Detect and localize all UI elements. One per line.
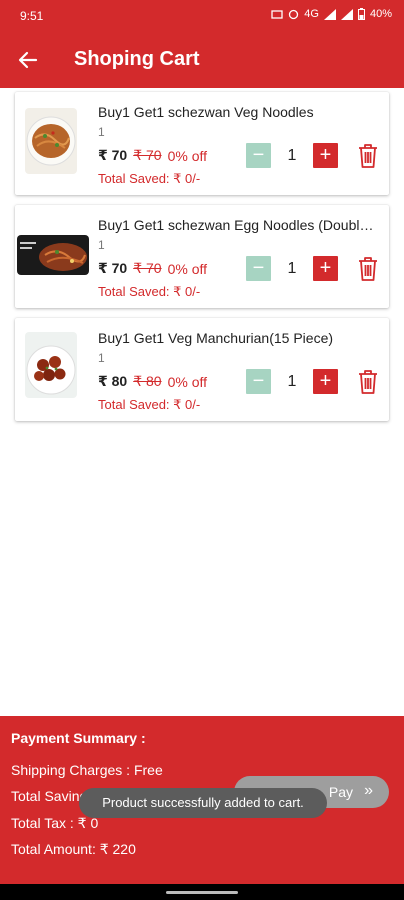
discount-label: 0% off (167, 147, 208, 164)
summary-heading: Payment Summary : (11, 730, 146, 746)
status-bar: 9:51 4G 40% (0, 0, 404, 32)
total-saved: Total Saved: ₹ 0/- (98, 171, 201, 186)
product-mrp: ₹ 70 (133, 260, 162, 276)
product-image (25, 332, 77, 398)
price-row: ₹ 70 ₹ 70 0% off (98, 260, 207, 277)
page-title: Shoping Cart (74, 48, 200, 70)
increase-quantity-button[interactable]: + (313, 256, 338, 281)
decrease-quantity-button[interactable]: − (246, 256, 271, 281)
delete-icon[interactable] (357, 369, 379, 395)
decrease-quantity-button[interactable]: − (246, 143, 271, 168)
product-name: Buy1 Get1 schezwan Veg Noodles (98, 104, 314, 120)
battery-percent: 40% (369, 8, 392, 20)
wifi-icon (323, 8, 336, 20)
pay-label: Pay (328, 784, 353, 800)
total-saved: Total Saved: ₹ 0/- (98, 284, 201, 299)
status-time: 9:51 (20, 9, 44, 23)
alarm-icon (289, 9, 299, 19)
app-bar: Shoping Cart (0, 32, 404, 88)
battery-icon (357, 8, 365, 20)
product-price: ₹ 80 (98, 373, 128, 389)
quantity-value: 1 (287, 147, 297, 164)
product-quantity-text: 1 (98, 125, 105, 139)
back-arrow-icon[interactable] (14, 46, 42, 74)
product-quantity-text: 1 (98, 351, 105, 365)
product-mrp: ₹ 80 (133, 373, 162, 389)
product-image (25, 108, 77, 174)
network-type: 4G (304, 8, 319, 20)
total-tax: Total Tax : ₹ 0 (11, 815, 99, 831)
total-saved: Total Saved: ₹ 0/- (98, 397, 201, 412)
toast-message: Product successfully added to cart. (79, 788, 327, 818)
quantity-value: 1 (287, 373, 297, 390)
total-amount: Total Amount: ₹ 220 (11, 841, 136, 857)
cart-item: Buy1 Get1 schezwan Egg Noodles (Double E… (15, 205, 389, 308)
product-name: Buy1 Get1 Veg Manchurian(15 Piece) (98, 330, 334, 346)
cart-item: Buy1 Get1 Veg Manchurian(15 Piece) 1 ₹ 8… (15, 318, 389, 421)
increase-quantity-button[interactable]: + (313, 369, 338, 394)
shipping-charges: Shipping Charges : Free (11, 762, 163, 778)
discount-label: 0% off (167, 260, 208, 277)
price-row: ₹ 70 ₹ 70 0% off (98, 147, 207, 164)
cart-item: Buy1 Get1 schezwan Veg Noodles 1 ₹ 70 ₹ … (15, 92, 389, 195)
product-price: ₹ 70 (98, 147, 128, 163)
signal-icon (340, 8, 353, 20)
price-row: ₹ 80 ₹ 80 0% off (98, 373, 207, 390)
decrease-quantity-button[interactable]: − (246, 369, 271, 394)
increase-quantity-button[interactable]: + (313, 143, 338, 168)
product-name: Buy1 Get1 schezwan Egg Noodles (Double E… (98, 217, 380, 233)
home-gesture-bar[interactable] (166, 891, 238, 894)
system-nav-bar (0, 884, 404, 900)
product-price: ₹ 70 (98, 260, 128, 276)
quantity-value: 1 (287, 260, 297, 277)
discount-label: 0% off (167, 373, 208, 390)
product-quantity-text: 1 (98, 238, 105, 252)
status-icons: 4G 40% (271, 8, 392, 20)
product-mrp: ₹ 70 (133, 147, 162, 163)
product-image (17, 235, 89, 275)
notification-icon (271, 10, 283, 19)
double-chevron-right-icon: » (364, 782, 373, 799)
delete-icon[interactable] (357, 143, 379, 169)
delete-icon[interactable] (357, 256, 379, 282)
